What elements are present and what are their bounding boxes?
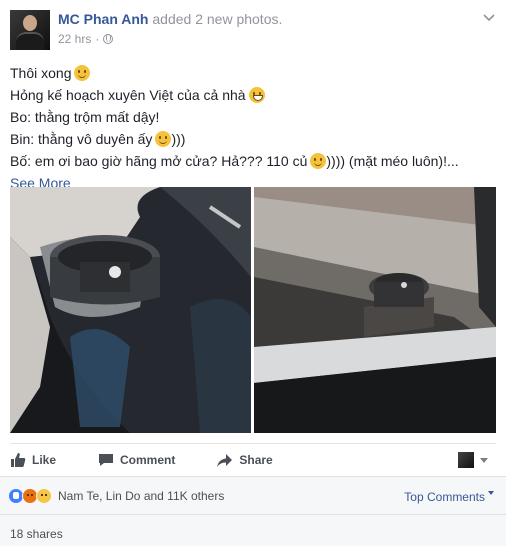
reactions-bar: Nam Te, Lin Do and 11K others Top Commen… [0, 476, 506, 514]
post-time[interactable]: 22 hrs [58, 32, 91, 46]
smile-emoji-icon [74, 65, 91, 81]
post-meta: 22 hrs · [58, 32, 114, 46]
globe-icon[interactable] [103, 34, 114, 44]
top-comments-dropdown[interactable]: Top Comments [404, 490, 494, 504]
smile-emoji-icon [155, 131, 172, 147]
author-avatar[interactable] [10, 10, 50, 50]
caret-down-icon [488, 491, 494, 495]
photo-2[interactable] [254, 187, 496, 433]
like-button[interactable]: Like [10, 452, 56, 468]
post-header: MC Phan Anh added 2 new photos. 22 hrs · [0, 0, 506, 56]
share-button[interactable]: Share [217, 452, 273, 468]
caret-down-icon[interactable] [480, 458, 488, 463]
shares-bar: 18 shares [0, 514, 506, 546]
share-arrow-icon [217, 453, 233, 467]
meta-separator: · [95, 32, 100, 46]
post-body: Thôi xong Hỏng kế hoạch xuyên Việt của c… [10, 62, 496, 194]
post-line: Thôi xong [10, 62, 496, 84]
post-headline: MC Phan Anh added 2 new photos. [58, 11, 282, 27]
post-as-avatar[interactable] [458, 452, 474, 468]
post-action-text: added 2 new photos. [152, 11, 283, 27]
post-line: Hỏng kế hoạch xuyên Việt của cả nhà [10, 84, 496, 106]
chevron-down-icon[interactable] [482, 10, 496, 24]
post-line: Bố: em ơi bao giờ hãng mở cửa? Hả??? 110… [10, 153, 459, 169]
shares-count[interactable]: 18 shares [10, 527, 63, 541]
thumbs-up-icon [11, 452, 26, 467]
grin-emoji-icon [248, 87, 265, 103]
sad-reaction-icon[interactable] [36, 487, 52, 504]
photo-1[interactable] [10, 187, 251, 433]
post-line: Bo: thằng trộm mất dậy! [10, 109, 160, 125]
comment-button[interactable]: Comment [98, 452, 175, 468]
post-line: Bin: thằng vô duyên ấy))) [10, 131, 186, 147]
reactors-summary[interactable]: Nam Te, Lin Do and 11K others [58, 489, 224, 503]
speech-bubble-icon [99, 453, 114, 466]
author-name[interactable]: MC Phan Anh [58, 11, 148, 27]
post-actions-bar: Like Comment Share [10, 443, 496, 475]
smile-emoji-icon [310, 153, 327, 169]
